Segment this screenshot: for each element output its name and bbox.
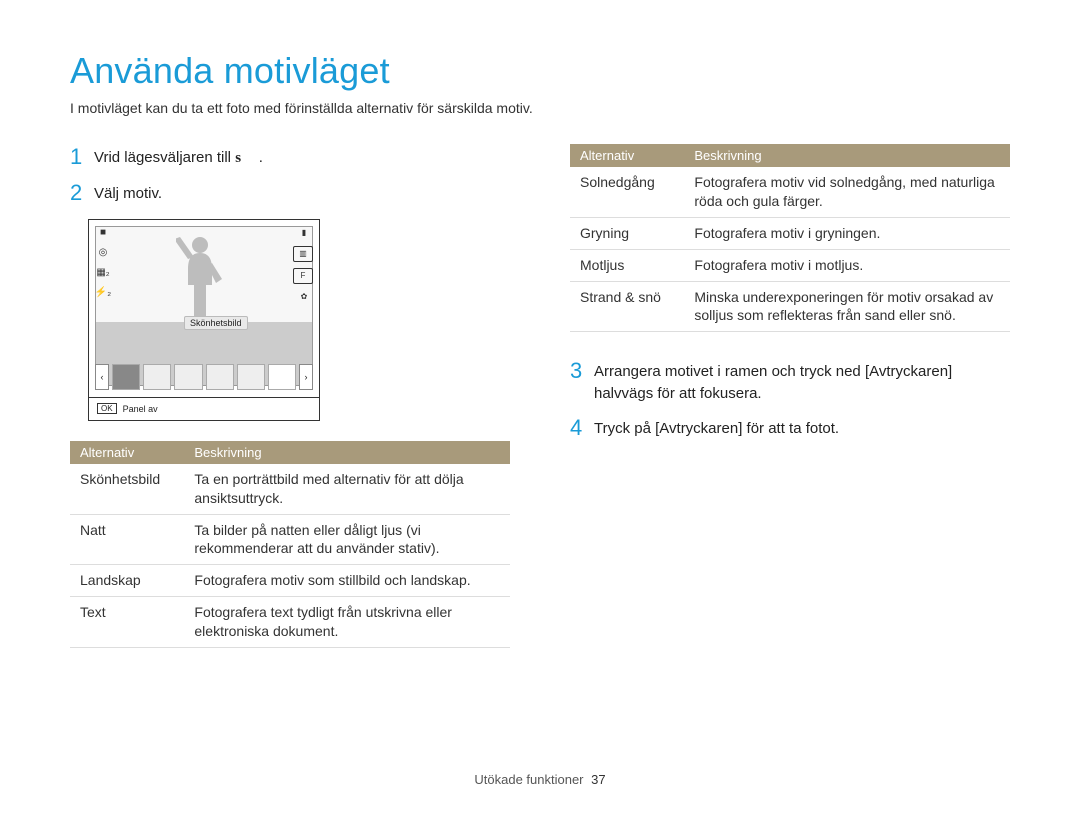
table-row: Strand & snö Minska underexponeringen fö…: [570, 281, 1010, 332]
quality-icon: F: [293, 268, 313, 284]
panel-off-label: Panel av: [123, 404, 158, 414]
step-3: 3 Arrangera motivet i ramen och tryck ne…: [570, 358, 1010, 405]
page-subtitle: I motivläget kan du ta ett foto med föri…: [70, 100, 1010, 116]
thumb[interactable]: [237, 364, 265, 390]
thumb[interactable]: [206, 364, 234, 390]
cell-description: Ta en porträttbild med alternativ för at…: [184, 464, 510, 514]
preview-scene: [95, 226, 313, 386]
footer: Utökade funktioner 37: [0, 772, 1080, 787]
cell-description: Fotografera motiv i motljus.: [684, 249, 1010, 281]
camera-preview: ■ ◎ ▦₂ ⚡₂ ▮ ▥ F ✿ Skönhetsbild ‹: [88, 219, 320, 421]
cell-option: Skönhetsbild: [70, 464, 184, 514]
left-column: 1 Vrid lägesväljaren till s . 2 Välj mot…: [70, 144, 510, 648]
cell-description: Fotografera text tydligt från utskrivna …: [184, 597, 510, 648]
icon-flash: ⚡₂: [95, 286, 111, 300]
options-table-right: Alternativ Beskrivning Solnedgång Fotogr…: [570, 144, 1010, 332]
table-row: Landskap Fotografera motiv som stillbild…: [70, 565, 510, 597]
page-title: Använda motivläget: [70, 50, 1010, 92]
table-row: Natt Ta bilder på natten eller dåligt lj…: [70, 514, 510, 565]
th-description: Beskrivning: [684, 144, 1010, 167]
step-1: 1 Vrid lägesväljaren till s .: [70, 144, 510, 170]
battery-icon: ▥: [293, 246, 313, 262]
cell-description: Minska underexponeringen för motiv orsak…: [684, 281, 1010, 332]
thumb[interactable]: [143, 364, 171, 390]
step-2: 2 Välj motiv.: [70, 180, 510, 206]
ok-bar: OK Panel av: [89, 397, 319, 420]
icon-count: ▮: [295, 226, 313, 240]
th-option: Alternativ: [570, 144, 684, 167]
step-text: Vrid lägesväljaren till s .: [94, 144, 263, 170]
step-text: Tryck på [Avtryckaren] för att ta fotot.: [594, 415, 839, 440]
icon-mode: ■: [95, 226, 111, 240]
cell-option: Text: [70, 597, 184, 648]
preview-right-icons: ▮ ▥ F ✿: [293, 226, 313, 304]
options-table-left: Alternativ Beskrivning Skönhetsbild Ta e…: [70, 441, 510, 648]
next-arrow-icon[interactable]: ›: [299, 364, 313, 390]
table-row: Motljus Fotografera motiv i motljus.: [570, 249, 1010, 281]
step-number: 3: [570, 358, 594, 384]
right-column: Alternativ Beskrivning Solnedgång Fotogr…: [570, 144, 1010, 648]
cell-description: Fotografera motiv vid solnedgång, med na…: [684, 167, 1010, 217]
person-silhouette-icon: [176, 235, 224, 325]
page-number: 37: [591, 772, 605, 787]
cell-option: Strand & snö: [570, 281, 684, 332]
step-number: 4: [570, 415, 594, 441]
icon-size: ▦₂: [95, 266, 111, 280]
content-columns: 1 Vrid lägesväljaren till s . 2 Välj mot…: [70, 144, 1010, 648]
thumb[interactable]: [174, 364, 202, 390]
cell-option: Motljus: [570, 249, 684, 281]
cell-option: Gryning: [570, 217, 684, 249]
thumb[interactable]: [112, 364, 140, 390]
thumbnail-strip: ‹ ›: [95, 364, 313, 390]
prev-arrow-icon[interactable]: ‹: [95, 364, 109, 390]
step-number: 2: [70, 180, 94, 206]
step-4: 4 Tryck på [Avtryckaren] för att ta foto…: [570, 415, 1010, 441]
flower-icon: ✿: [295, 290, 313, 304]
th-description: Beskrivning: [184, 441, 510, 464]
th-option: Alternativ: [70, 441, 184, 464]
scene-label-bubble: Skönhetsbild: [184, 316, 248, 330]
cell-description: Fotografera motiv som stillbild och land…: [184, 565, 510, 597]
icon-metering: ◎: [95, 246, 111, 260]
cell-option: Solnedgång: [570, 167, 684, 217]
page: Använda motivläget I motivläget kan du t…: [0, 0, 1080, 815]
cell-option: Landskap: [70, 565, 184, 597]
preview-left-icons: ■ ◎ ▦₂ ⚡₂: [95, 226, 111, 300]
ok-button-icon: OK: [97, 403, 117, 414]
table-row: Gryning Fotografera motiv i gryningen.: [570, 217, 1010, 249]
cell-option: Natt: [70, 514, 184, 565]
cell-description: Fotografera motiv i gryningen.: [684, 217, 1010, 249]
step1-text-b: .: [259, 149, 263, 166]
step-text: Välj motiv.: [94, 180, 162, 205]
step-number: 1: [70, 144, 94, 170]
mode-dial-icon: s: [235, 150, 242, 166]
table-row: Solnedgång Fotografera motiv vid solnedg…: [570, 167, 1010, 217]
thumb-active[interactable]: [268, 364, 296, 390]
step1-text-a: Vrid lägesväljaren till: [94, 149, 235, 166]
table-row: Text Fotografera text tydligt från utskr…: [70, 597, 510, 648]
cell-description: Ta bilder på natten eller dåligt ljus (v…: [184, 514, 510, 565]
footer-label: Utökade funktioner: [474, 772, 583, 787]
table-row: Skönhetsbild Ta en porträttbild med alte…: [70, 464, 510, 514]
step-text: Arrangera motivet i ramen och tryck ned …: [594, 358, 1010, 405]
